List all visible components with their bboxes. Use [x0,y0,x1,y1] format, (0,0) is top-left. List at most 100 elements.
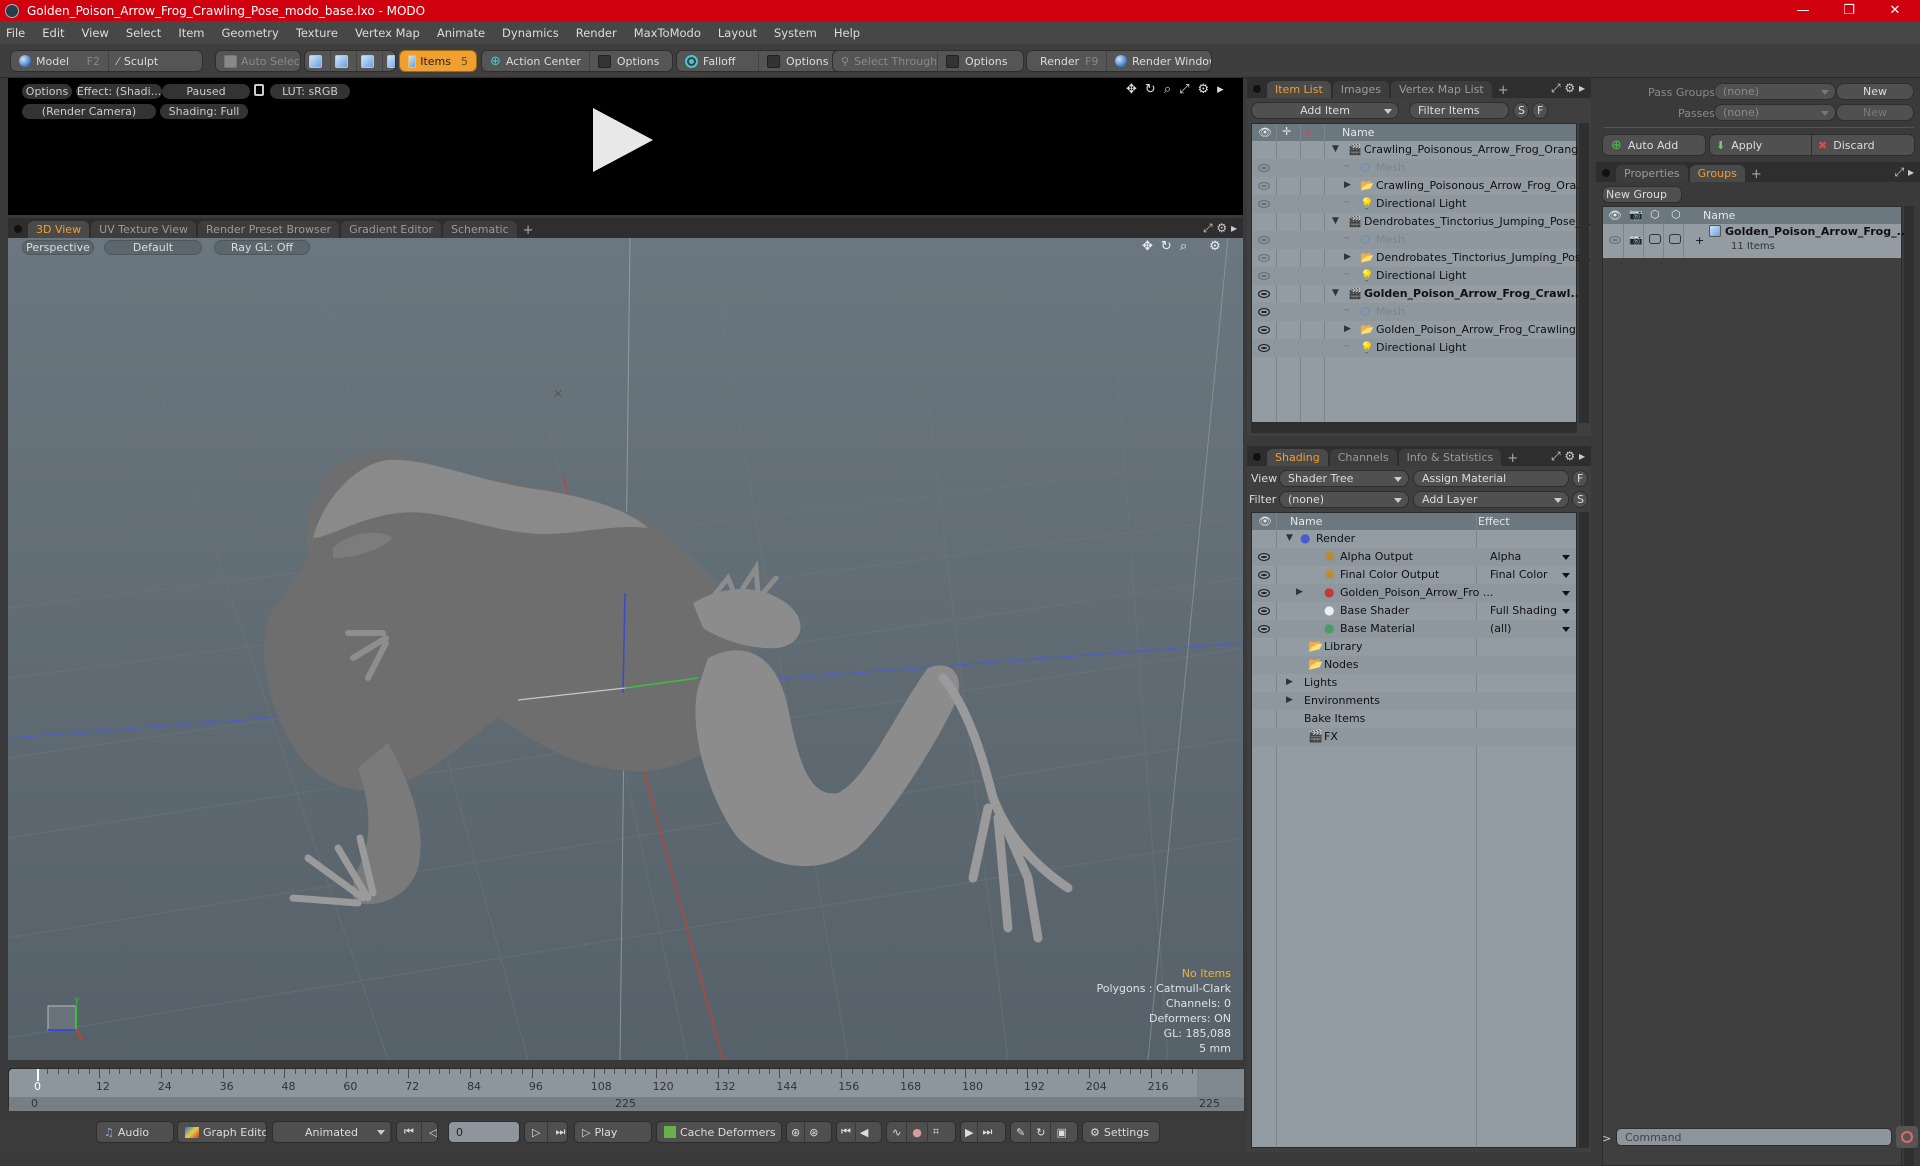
tab-render-preset-browser[interactable]: Render Preset Browser [198,221,340,238]
visibility-eye-icon[interactable] [1258,182,1270,190]
menu-help[interactable]: Help [834,26,860,40]
visibility-eye-icon[interactable] [1258,571,1270,579]
key-down-button[interactable]: ⊛ [805,1122,822,1142]
timeline-ruler[interactable]: 0 12 24 36 48 60 72 84 96 108 120 132 144 156 168 180 19… [9,1069,1244,1097]
add-tab-button[interactable]: + [1751,167,1762,182]
tab-gradient-editor[interactable]: Gradient Editor [341,221,441,238]
menu-geometry[interactable]: Geometry [222,26,279,40]
gear-icon[interactable]: ⚙ [1564,449,1575,463]
model-mode-button[interactable]: Model F2 [11,51,109,71]
sculpt-mode-button[interactable]: ⁄ Sculpt [109,51,166,71]
effect-dropdown-icon[interactable] [1562,573,1570,578]
prev-key-button[interactable]: ◀ [856,1122,872,1142]
next-key-button[interactable]: ▶ [961,1122,979,1142]
edges-mode-button[interactable] [331,51,357,71]
visibility-eye-icon[interactable] [1258,164,1270,172]
close-button[interactable]: ✕ [1872,0,1918,21]
gear-icon[interactable]: ⚙ [1564,81,1575,95]
minimize-button[interactable]: — [1780,0,1826,21]
action-center-options-button[interactable]: Options [590,51,672,71]
play-preview-icon[interactable] [593,108,653,172]
auto-add-button[interactable]: ⊕ Auto Add [1602,134,1706,156]
item-list-row[interactable]: ┄ 💡 Directional Light [1252,339,1576,357]
visibility-eye-icon[interactable] [1258,326,1270,334]
expand-right-icon[interactable]: ▶ [1286,695,1293,705]
raygl-dropdown[interactable]: Ray GL: Off [214,240,310,255]
lut-dropdown[interactable]: LUT: sRGB [270,84,350,99]
cache-deformers-button[interactable]: Cache Deformers [657,1122,781,1142]
arrow-right-icon[interactable]: ▸ [1908,165,1914,179]
menu-layout[interactable]: Layout [718,26,757,40]
item-list-tree[interactable]: 👁 ✛ ⅄ Name ▼ 🎬 Crawling_Poisonous_Arrow_Fr… [1251,123,1591,423]
gear-icon[interactable]: ⚙ [1209,239,1221,254]
shader-tree[interactable]: 👁 Name Effect ▼ ● Render ▣ Alpha Output Alpha… [1251,512,1577,1148]
default-dropdown[interactable]: Default [104,240,202,255]
first-key-button[interactable]: ⏮ [837,1122,856,1142]
item-list-row[interactable]: ┄ ⬡ Mesh [1252,231,1576,249]
expand-right-icon[interactable]: ▶ [1344,324,1351,334]
new-pass-group-button[interactable]: New [1836,83,1914,100]
select-through-button[interactable]: ⚲ Select Through [833,51,938,71]
item-list-scrollbar[interactable] [1579,123,1589,423]
falloff-button[interactable]: Falloff [677,51,759,71]
copy-key-button[interactable]: ▣ [1051,1122,1071,1142]
arrow-right-icon[interactable]: ▸ [1579,449,1585,463]
maximize-icon[interactable]: ⤢ [1551,449,1561,463]
expand-right-icon[interactable]: ▶ [1344,252,1351,262]
shader-tree-scrollbar[interactable] [1579,512,1589,1148]
record-button[interactable]: ● [907,1122,928,1142]
frog-mesh[interactable] [264,452,1073,943]
maximize-icon[interactable]: ⤢ [1203,221,1213,235]
discard-button[interactable]: ✖ Discard [1812,135,1914,155]
tab-3d-view[interactable]: 3D View [28,221,90,238]
view-dropdown[interactable]: Shader Tree [1279,470,1409,487]
effect-dropdown-icon[interactable] [1562,609,1570,614]
shader-tree-row[interactable]: ● Base Shader Full Shading [1252,602,1576,620]
polygons-mode-button[interactable] [357,51,383,71]
shader-tree-row[interactable]: ● Base Material (all) [1252,620,1576,638]
tab-schematic[interactable]: Schematic [443,221,517,238]
passes-dropdown[interactable]: (none) [1714,104,1836,121]
menu-texture[interactable]: Texture [296,26,338,40]
s-button[interactable]: S [1513,102,1529,119]
effect-dropdown-icon[interactable] [1562,555,1570,560]
go-to-start-button[interactable]: ⏮ [397,1122,422,1142]
action-center-button[interactable]: ⊕ Action Center [482,51,590,71]
3d-viewport[interactable]: ✕ Y Perspective Default Ray GL: Off ✥ ↻ … [8,238,1243,1060]
item-list-row[interactable]: ┄ 💡 Directional Light [1252,267,1576,285]
auto-key-button[interactable]: ⌗ [928,1122,944,1142]
frame-input[interactable]: 0 [448,1121,520,1143]
auto-select-button[interactable]: Auto Select [216,51,300,71]
shader-tree-row[interactable]: ▣ Alpha Output Alpha [1252,548,1576,566]
tab-channels[interactable]: Channels [1329,449,1397,466]
group-row[interactable]: 📷 + Golden_Poison_Arrow_Frog_... 11 Item… [1603,224,1909,258]
menu-edit[interactable]: Edit [42,26,64,40]
shader-tree-row[interactable]: Bake Items [1252,710,1576,728]
shading-dropdown[interactable]: Shading: Full [160,104,248,119]
menu-file[interactable]: File [6,26,25,40]
assign-material-button[interactable]: Assign Material [1413,470,1569,487]
visibility-eye-icon[interactable] [1258,308,1270,316]
add-layer-dropdown[interactable]: Add Layer [1413,491,1569,508]
menu-view[interactable]: View [82,26,109,40]
render-camera-dropdown[interactable]: (Render Camera) [22,104,156,119]
visibility-eye-icon[interactable] [1258,236,1270,244]
item-list-row[interactable]: ┄ ⬡ Mesh [1252,303,1576,321]
new-group-button[interactable]: New Group [1602,186,1682,203]
gear-icon[interactable]: ⚙ [1198,82,1210,97]
select-through-options-button[interactable]: Options [938,51,1023,71]
settings-button[interactable]: ⚙ Settings [1083,1122,1156,1142]
animated-dropdown[interactable]: Animated [272,1121,392,1143]
item-list-row[interactable]: ▼ 🎬 Dendrobates_Tinctorius_Jumping_Pose_..… [1252,213,1591,231]
step-back-button[interactable]: ◁ [422,1122,437,1142]
move-icon[interactable]: ✥ [1126,82,1137,97]
filter-items-input[interactable]: Filter Items [1409,102,1509,119]
item-list-row[interactable]: ▶ 📂 Golden_Poison_Arrow_Frog_Crawling ... [1252,321,1590,339]
key-up-button[interactable]: ⊛ [787,1122,806,1142]
item-list-row[interactable]: ▶ 📂 Dendrobates_Tinctorius_Jumping_Pos... [1252,249,1591,267]
visibility-eye-icon[interactable] [1258,344,1270,352]
item-list-row[interactable]: ▼ 🎬 Crawling_Poisonous_Arrow_Frog_Orang... [1252,141,1589,159]
perspective-dropdown[interactable]: Perspective [22,240,94,255]
maximize-icon[interactable]: ⤢ [1551,81,1561,95]
rotate-icon[interactable]: ↻ [1145,82,1156,97]
